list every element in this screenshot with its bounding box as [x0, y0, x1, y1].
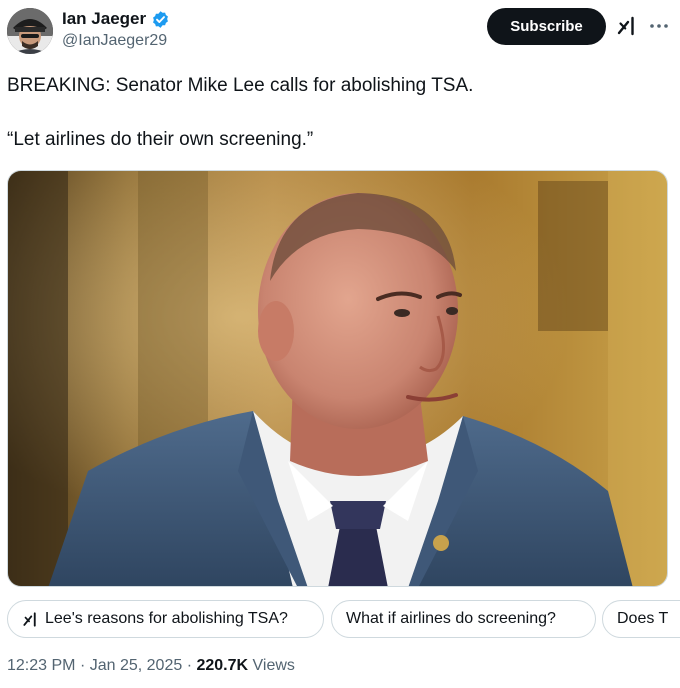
views-label: Views — [252, 657, 295, 674]
tweet-meta: 12:23 PM · Jan 25, 2025 · 220.7K Views — [7, 657, 295, 675]
grok-suggestions: Lee's reasons for abolishing TSA? What i… — [7, 600, 680, 640]
suggestion-chip[interactable]: What if airlines do screening? — [331, 600, 596, 638]
grok-icon[interactable] — [616, 15, 638, 37]
tweet-text-line-2: “Let airlines do their own screening.” — [7, 129, 314, 150]
more-icon[interactable] — [647, 14, 671, 38]
suggestion-chip[interactable]: Does T — [602, 600, 680, 638]
name-row: Ian Jaeger — [62, 8, 170, 30]
grok-icon — [22, 611, 39, 628]
subscribe-button[interactable]: Subscribe — [487, 8, 606, 45]
tweet-header: Ian Jaeger @IanJaeger29 Subscribe — [0, 0, 680, 64]
suggestion-label: Does T — [617, 610, 669, 627]
handle[interactable]: @IanJaeger29 — [62, 32, 167, 50]
avatar[interactable] — [7, 8, 53, 54]
verified-badge-icon — [151, 10, 170, 29]
suggestion-chip[interactable]: Lee's reasons for abolishing TSA? — [7, 600, 324, 638]
timestamp-date[interactable]: Jan 25, 2025 — [90, 657, 183, 674]
timestamp-time[interactable]: 12:23 PM — [7, 657, 75, 674]
suggestion-label: Lee's reasons for abolishing TSA? — [45, 610, 288, 627]
views-count: 220.7K — [196, 657, 249, 674]
suggestion-label: What if airlines do screening? — [346, 610, 556, 627]
tweet-text-line-1: BREAKING: Senator Mike Lee calls for abo… — [7, 75, 474, 96]
separator: · — [79, 657, 90, 674]
tweet-photo[interactable] — [7, 170, 668, 587]
display-name[interactable]: Ian Jaeger — [62, 8, 146, 30]
